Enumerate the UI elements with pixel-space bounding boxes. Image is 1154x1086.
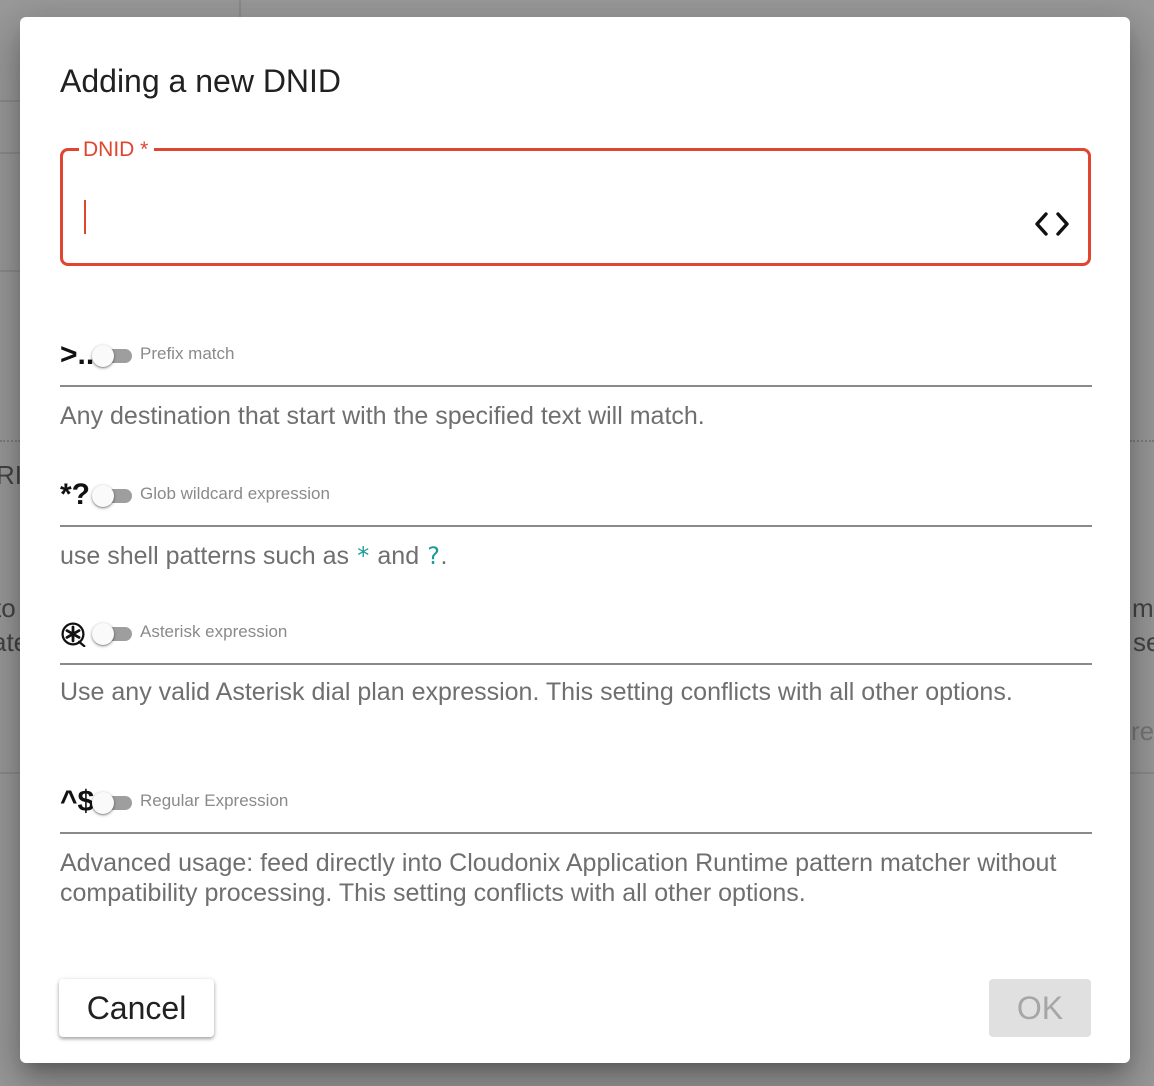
asterisk-expression-toggle[interactable]	[92, 623, 132, 645]
toggle-thumb	[92, 792, 114, 814]
code-icon[interactable]	[1034, 211, 1070, 237]
background-dotted-divider	[1130, 440, 1154, 442]
regular-expression-icon: ^$	[60, 785, 95, 818]
regular-expression-label: Regular Expression	[140, 791, 289, 810]
background-divider	[1130, 772, 1154, 774]
prefix-match-toggle[interactable]	[92, 345, 132, 367]
regular-expression-option: ^$ Regular Expression	[60, 782, 1092, 834]
prefix-match-label: Prefix match	[140, 344, 235, 363]
glob-wildcard-toggle[interactable]	[92, 485, 132, 507]
prefix-match-option: >.. Prefix match	[60, 335, 1092, 387]
dnid-field-label: DNID *	[79, 139, 155, 161]
background-text: se	[1133, 627, 1154, 657]
regular-expression-toggle[interactable]	[92, 792, 132, 814]
code-asterisk: *	[356, 542, 371, 570]
asterisk-expression-option: Asterisk expression	[60, 613, 1092, 665]
prefix-match-help: Any destination that start with the spec…	[60, 402, 705, 430]
toggle-thumb	[92, 623, 114, 645]
dnid-input[interactable]	[83, 191, 1003, 241]
background-divider	[0, 152, 20, 154]
add-dnid-dialog: Adding a new DNID DNID * >.. Prefix matc…	[20, 17, 1130, 1063]
background-divider	[239, 0, 241, 17]
glob-wildcard-label: Glob wildcard expression	[140, 484, 330, 503]
regular-expression-help: Advanced usage: feed directly into Cloud…	[60, 849, 1057, 907]
help-text: and	[370, 542, 427, 570]
background-text: RI	[0, 460, 22, 490]
background-divider	[0, 772, 20, 774]
background-text: m	[1132, 593, 1154, 623]
background-text: res	[1131, 716, 1154, 746]
dnid-field[interactable]: DNID *	[60, 139, 1091, 266]
asterisk-expression-label: Asterisk expression	[140, 622, 288, 641]
background-text: to	[0, 593, 16, 623]
ok-button[interactable]: OK	[989, 979, 1091, 1037]
code-question-mark: ?	[426, 542, 441, 570]
dialog-title: Adding a new DNID	[60, 63, 342, 99]
asterisk-logo-icon	[61, 622, 86, 647]
glob-wildcard-icon: *?	[60, 478, 90, 511]
help-text: use shell patterns such as	[60, 542, 356, 570]
background-dotted-divider	[0, 440, 20, 442]
prefix-match-icon: >..	[60, 338, 95, 371]
background-divider	[0, 100, 20, 102]
background-divider	[0, 270, 20, 272]
toggle-thumb	[92, 485, 114, 507]
glob-wildcard-help: use shell patterns such as * and ?.	[60, 541, 1092, 571]
cancel-button[interactable]: Cancel	[59, 979, 214, 1037]
glob-wildcard-option: *? Glob wildcard expression	[60, 475, 1092, 527]
help-text: .	[440, 542, 448, 570]
text-caret	[84, 200, 86, 234]
toggle-thumb	[92, 345, 114, 367]
asterisk-expression-help: Use any valid Asterisk dial plan express…	[60, 678, 1013, 706]
